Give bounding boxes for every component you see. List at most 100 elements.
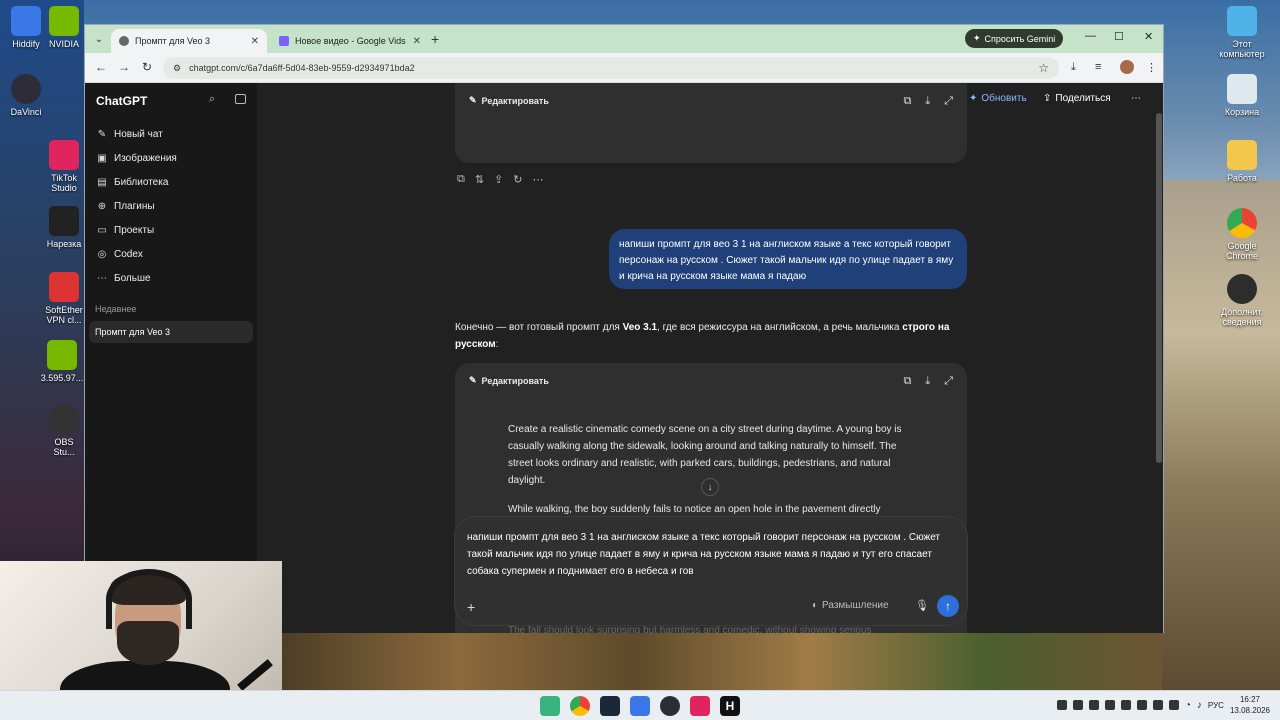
tray-icon[interactable] xyxy=(1120,700,1131,710)
desktop-icon-extra[interactable]: Дополнит. сведения xyxy=(1212,274,1272,327)
extra-info-icon xyxy=(1227,274,1257,304)
download-icon[interactable]: ⤓ xyxy=(1071,61,1076,74)
taskbar-chrome-icon[interactable] xyxy=(570,696,590,716)
close-tab-icon[interactable]: ✕ xyxy=(413,36,421,47)
copy-icon[interactable]: ⧉ xyxy=(903,95,911,108)
desktop-icon-davinci[interactable]: DaVinci xyxy=(0,74,56,117)
feedback-icon[interactable]: ⇅ xyxy=(475,173,484,186)
download-icon[interactable]: ⤓ xyxy=(925,375,930,388)
sidebar-item-plugins[interactable]: ⊕ Плагины xyxy=(96,195,246,217)
more-icon[interactable]: ⋯ xyxy=(533,173,544,186)
taskbar-davinci-icon[interactable] xyxy=(660,696,680,716)
send-button[interactable]: ↑ xyxy=(937,595,959,617)
chatgpt-favicon-icon xyxy=(119,36,129,46)
forward-icon[interactable]: → xyxy=(118,60,130,74)
wifi-icon[interactable]: ◔ xyxy=(1185,700,1191,711)
desktop-icon-nvidia-driver[interactable]: 3.595.97... xyxy=(40,340,84,383)
softether-icon xyxy=(49,272,79,302)
desktop-icon-chrome[interactable]: Google Chrome xyxy=(1212,208,1272,261)
desktop-wallpaper-bottom xyxy=(282,632,1162,690)
search-icon[interactable]: ⌕ xyxy=(209,93,215,106)
sidebar-item-new-chat[interactable]: ✎ Новый чат xyxy=(96,123,246,145)
profile-avatar[interactable] xyxy=(1120,60,1134,74)
message-composer[interactable]: напиши промпт для вео 3 1 на англиском я… xyxy=(455,517,967,625)
nvidia-icon xyxy=(49,6,79,36)
bookmark-star-icon[interactable]: ☆ xyxy=(1038,61,1049,75)
expand-icon[interactable]: ⤢ xyxy=(944,95,953,108)
sidebar-brand[interactable]: ChatGPT xyxy=(96,94,147,108)
close-window-icon[interactable]: ✕ xyxy=(1144,30,1153,43)
sidebar-item-more[interactable]: ⋯ Больше xyxy=(96,267,246,289)
taskbar-steam-icon[interactable] xyxy=(600,696,620,716)
thinking-toggle[interactable]: ◐ Размышление xyxy=(812,600,889,611)
tray-icon[interactable] xyxy=(1104,700,1115,710)
desktop-icon-tiktok[interactable]: TikTok Studio xyxy=(44,140,84,193)
url-field[interactable]: ⚙ chatgpt.com/c/6a7da6ff-5d04-83eb-9559-… xyxy=(163,57,1059,79)
folder-icon: ▭ xyxy=(97,224,107,236)
volume-icon[interactable]: ♪ xyxy=(1197,700,1202,711)
taskbar-narezka-icon[interactable]: H xyxy=(720,696,740,716)
taskbar-tiktok-icon[interactable] xyxy=(690,696,710,716)
share-button[interactable]: ⇪ Поделиться xyxy=(1043,93,1111,104)
minimize-icon[interactable]: — xyxy=(1085,30,1096,42)
add-attachment-icon[interactable]: + xyxy=(467,599,475,615)
tray-icon[interactable] xyxy=(1072,700,1083,710)
expand-icon[interactable]: ⤢ xyxy=(944,375,953,388)
sidebar-item-images[interactable]: ▣ Изображения xyxy=(96,147,246,169)
regenerate-icon[interactable]: ↻ xyxy=(513,173,522,186)
previous-code-block: ✎ Редактировать ⧉ ⤓ ⤢ xyxy=(455,83,967,163)
narezka-icon xyxy=(49,206,79,236)
site-info-icon[interactable]: ⚙ xyxy=(173,63,181,74)
reload-icon[interactable]: ↻ xyxy=(142,60,152,74)
tray-icon[interactable] xyxy=(1056,700,1067,710)
sidebar-item-projects[interactable]: ▭ Проекты xyxy=(96,219,246,241)
copy-icon[interactable]: ⧉ xyxy=(457,173,465,186)
desktop-icon-narezka[interactable]: Нарезка xyxy=(44,206,84,249)
page-scrollbar[interactable] xyxy=(1156,113,1162,463)
download-icon[interactable]: ⤓ xyxy=(925,95,930,108)
browser-window: ⌄ Промпт для Veo 3 ✕ Новое видео - Googl… xyxy=(84,24,1164,633)
edit-button[interactable]: ✎ Редактировать xyxy=(469,95,549,106)
chat-thread: ✎ Редактировать ⧉ ⤓ ⤢ ⧉ ⇅ ⇪ ↻ ⋯ напиши п… xyxy=(455,83,967,633)
media-control-icon[interactable]: ≡ xyxy=(1095,61,1101,73)
desktop-icon-this-pc[interactable]: Этот компьютер xyxy=(1212,6,1272,59)
clock[interactable]: 16:27 13.08.2026 xyxy=(1230,694,1270,716)
upgrade-button[interactable]: ✦ Обновить xyxy=(969,93,1027,104)
desktop-icon-obs[interactable]: OBS Stu... xyxy=(44,404,84,457)
close-tab-icon[interactable]: ✕ xyxy=(251,36,259,47)
tray-icon[interactable] xyxy=(1168,700,1179,710)
microphone-icon[interactable]: 🎙 xyxy=(915,599,929,612)
tray-icon[interactable] xyxy=(1152,700,1163,710)
conversation-menu-icon[interactable]: ⋯ xyxy=(1131,93,1141,104)
taskbar-hiddify-icon[interactable] xyxy=(630,696,650,716)
desktop-icon-work-folder[interactable]: Работа xyxy=(1212,140,1272,183)
sidebar-item-codex[interactable]: ◎ Codex xyxy=(96,243,246,265)
copy-icon[interactable]: ⧉ xyxy=(903,375,911,388)
ask-gemini-button[interactable]: ✦ Спросить Gemini xyxy=(965,29,1064,48)
taskbar-app-1-icon[interactable] xyxy=(540,696,560,716)
recent-chat-item[interactable]: Промпт для Veo 3 xyxy=(89,321,253,343)
sidebar-item-library[interactable]: ▤ Библиотека xyxy=(96,171,246,193)
tab-google-vids[interactable]: Новое видео - Google Vids ✕ xyxy=(271,29,429,53)
language-indicator[interactable]: РУС xyxy=(1208,701,1224,710)
pencil-icon: ✎ xyxy=(469,95,477,105)
composer-input[interactable]: напиши промпт для вео 3 1 на англиском я… xyxy=(467,529,957,580)
desktop-icon-softether[interactable]: SoftEther VPN cl... xyxy=(44,272,84,325)
new-tab-button[interactable]: + xyxy=(431,31,439,47)
scroll-down-icon[interactable]: ↓ xyxy=(701,478,719,496)
tab-veo-prompt[interactable]: Промпт для Veo 3 ✕ xyxy=(111,29,267,53)
edit-button[interactable]: ✎ Редактировать xyxy=(469,375,549,386)
folder-icon xyxy=(1227,140,1257,170)
sidebar-toggle-icon[interactable] xyxy=(235,94,246,104)
desktop-icon-nvidia[interactable]: NVIDIA xyxy=(44,6,84,49)
codex-icon: ◎ xyxy=(97,248,107,260)
share-icon[interactable]: ⇪ xyxy=(494,173,503,186)
tab-search-chevron-icon[interactable]: ⌄ xyxy=(91,31,107,47)
davinci-icon xyxy=(11,74,41,104)
maximize-icon[interactable]: ☐ xyxy=(1114,30,1124,43)
desktop-icon-recycle-bin[interactable]: Корзина xyxy=(1212,74,1272,117)
back-icon[interactable]: ← xyxy=(95,60,107,74)
tray-icon[interactable] xyxy=(1088,700,1099,710)
tray-icon[interactable] xyxy=(1136,700,1147,710)
browser-menu-icon[interactable]: ⋮ xyxy=(1146,61,1157,74)
